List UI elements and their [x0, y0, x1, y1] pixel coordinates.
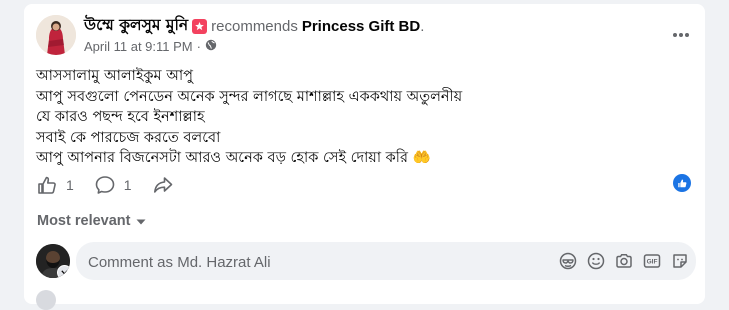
comment-composer: GIF: [76, 242, 696, 282]
avatar-sticker-icon[interactable]: [558, 251, 578, 271]
helpful-count: 1: [66, 177, 74, 193]
comment-input[interactable]: [86, 242, 530, 282]
post-body-line: আসসালামু আলাইকুম আপু: [36, 68, 193, 84]
camera-icon[interactable]: [614, 251, 634, 271]
share-icon: [153, 177, 172, 193]
post-body-line: আপু সবগুলো পেনডেন অনেক সুন্দর লাগছে মাশা…: [36, 88, 463, 105]
composer-toolbar: GIF: [550, 251, 690, 271]
current-user-avatar[interactable]: [36, 244, 70, 278]
page-name-link[interactable]: Princess Gift BD: [302, 18, 420, 35]
post-body-line: যে কারও পছন্দ হবে ইনশাল্লাহ: [36, 109, 205, 126]
meta-separator: ·: [196, 38, 201, 54]
recommends-label: recommends: [211, 17, 298, 35]
emoji-icon[interactable]: [586, 251, 606, 271]
comment-button[interactable]: 1: [94, 174, 132, 196]
globe-icon: [205, 39, 217, 54]
recommendation-post-card: উম্মে কুলসুম মুনি recommends Princess Gi…: [24, 4, 705, 310]
comment-filter-dropdown[interactable]: Most relevant: [37, 211, 146, 231]
more-options-icon: [673, 33, 689, 37]
more-options-button[interactable]: [669, 23, 693, 47]
comment-filter-label: Most relevant: [37, 213, 131, 229]
caret-down-icon: [136, 213, 146, 229]
svg-text:GIF: GIF: [647, 259, 658, 266]
post-timestamp[interactable]: April 11 at 9:11 PM: [84, 39, 193, 54]
like-reaction-icon[interactable]: [673, 174, 691, 192]
helpful-button[interactable]: 1: [36, 174, 74, 196]
chevron-down-icon[interactable]: [57, 265, 70, 278]
page-name-period: .: [420, 17, 425, 35]
post-meta: April 11 at 9:11 PM ·: [84, 37, 217, 55]
post-body-line: আপু আপনার বিজনেসটা আরও অনেক বড় হোক সেই …: [36, 150, 431, 167]
gif-icon[interactable]: GIF: [642, 251, 662, 271]
thumbs-up-icon: [38, 176, 56, 194]
next-comment-avatar: [36, 290, 56, 310]
sticker-icon[interactable]: [670, 251, 690, 271]
post-actions: 1 1: [36, 172, 194, 198]
author-name[interactable]: উম্মে কুলসুম মুনি: [84, 13, 188, 39]
comment-count: 1: [123, 177, 132, 193]
recommend-badge-icon: [192, 18, 208, 34]
share-button[interactable]: [152, 174, 174, 196]
author-avatar[interactable]: [36, 15, 76, 55]
comment-icon: [95, 176, 115, 194]
post-body-line: সবাই কে পারচেজ করতে বলবো: [36, 129, 221, 146]
post-header: উম্মে কুলসুম মুনি recommends Princess Gi…: [84, 15, 424, 37]
post-body: আসসালামু আলাইকুম আপু আপু সবগুলো পেনডেন অ…: [36, 66, 676, 169]
